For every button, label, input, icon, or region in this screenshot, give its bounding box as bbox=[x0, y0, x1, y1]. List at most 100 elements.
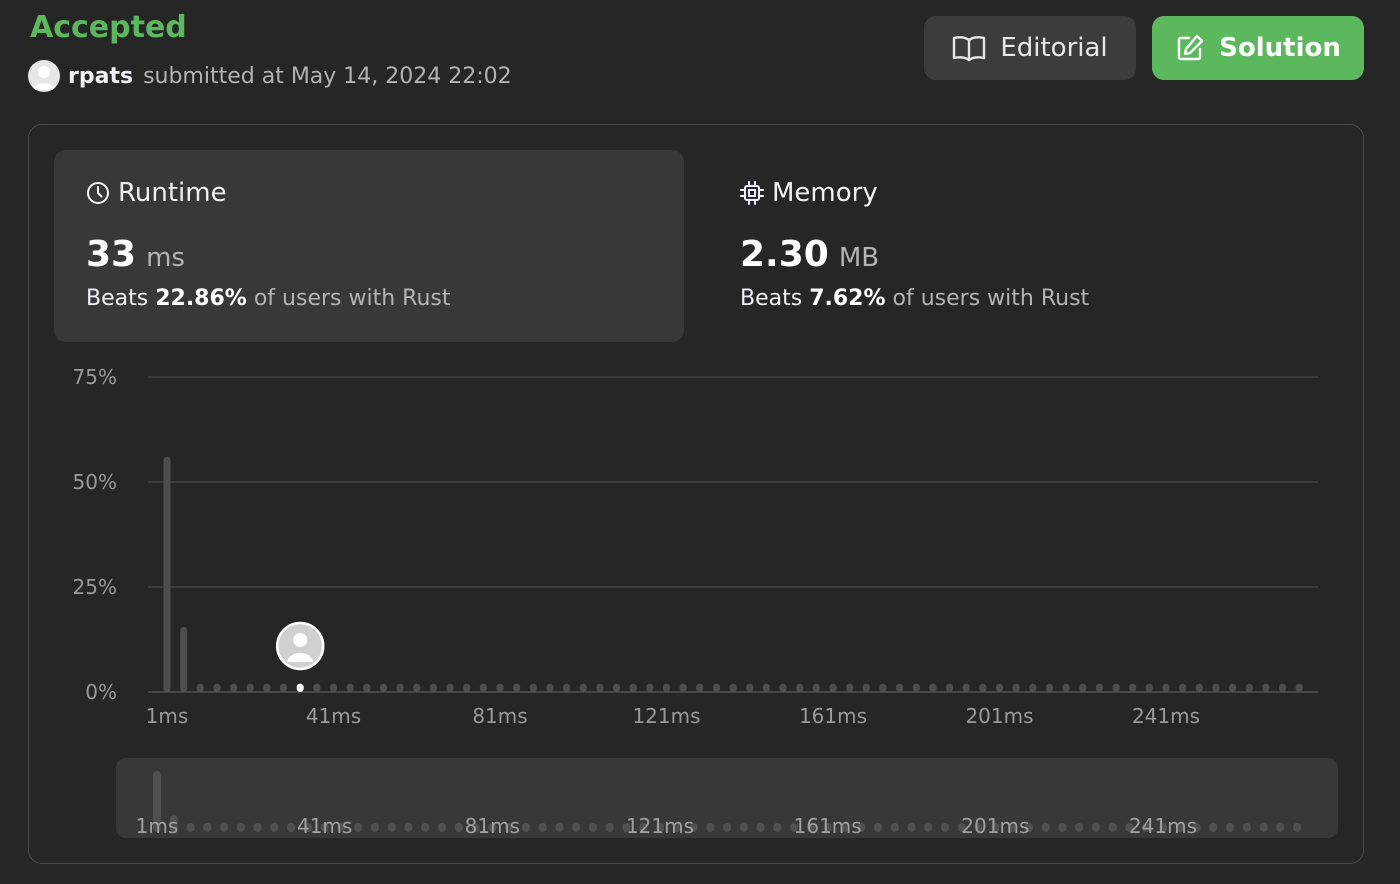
chart-bar[interactable] bbox=[529, 683, 537, 692]
chart-bar[interactable] bbox=[230, 683, 238, 692]
y-tick-label: 25% bbox=[73, 575, 117, 599]
chart-bar[interactable] bbox=[546, 683, 554, 692]
chart-bar[interactable] bbox=[962, 683, 970, 692]
minimap-tick-label: 241ms bbox=[1129, 814, 1197, 838]
chart-bar[interactable] bbox=[1245, 683, 1253, 692]
minimap-bar bbox=[538, 823, 547, 832]
chart-bar[interactable] bbox=[479, 683, 487, 692]
chart-bar[interactable] bbox=[946, 683, 954, 692]
minimap-bar bbox=[203, 823, 212, 832]
chart-bar[interactable] bbox=[280, 683, 288, 692]
chart-bar[interactable] bbox=[330, 683, 337, 692]
chart-bar[interactable] bbox=[363, 683, 371, 692]
chart-bar[interactable] bbox=[1145, 683, 1153, 692]
minimap-bar bbox=[773, 823, 782, 832]
minimap-bar bbox=[941, 823, 950, 832]
minimap-bar bbox=[521, 823, 530, 832]
minimap-bar bbox=[907, 823, 916, 832]
chart-bar[interactable] bbox=[413, 683, 421, 692]
chart-bar[interactable] bbox=[463, 683, 471, 692]
chart-bar[interactable] bbox=[1195, 683, 1203, 692]
chart-bar[interactable] bbox=[1095, 683, 1103, 692]
chart-bar[interactable] bbox=[862, 683, 870, 692]
chart-bar[interactable] bbox=[779, 683, 787, 692]
minimap-bar bbox=[1226, 823, 1235, 832]
chart-bar[interactable] bbox=[912, 683, 920, 692]
minimap-bar bbox=[873, 823, 882, 832]
chart-bar[interactable] bbox=[1279, 683, 1287, 692]
chart-bar[interactable] bbox=[1229, 683, 1237, 692]
minimap-bar bbox=[1242, 823, 1251, 832]
chart-bar[interactable] bbox=[196, 683, 204, 692]
chart-bar[interactable] bbox=[996, 683, 1003, 692]
chart-bar[interactable] bbox=[246, 683, 254, 692]
x-tick-label: 81ms bbox=[472, 704, 527, 728]
chart-bar[interactable] bbox=[1062, 683, 1070, 692]
chart-bar[interactable] bbox=[346, 683, 354, 692]
chart-bar[interactable] bbox=[213, 683, 221, 692]
chart-bar[interactable] bbox=[829, 683, 837, 692]
minimap-bar bbox=[220, 823, 229, 832]
chart-bar[interactable] bbox=[1179, 683, 1187, 692]
chart-bar[interactable] bbox=[846, 683, 854, 692]
chart-bar[interactable] bbox=[596, 683, 604, 692]
chart-bar[interactable] bbox=[379, 683, 387, 692]
minimap-bar bbox=[287, 823, 296, 832]
chart-bar[interactable] bbox=[679, 683, 687, 692]
chart-bar[interactable] bbox=[513, 683, 521, 692]
minimap-bar bbox=[572, 823, 581, 832]
chart-bar[interactable] bbox=[896, 683, 904, 692]
chart-bar[interactable] bbox=[579, 683, 587, 692]
chart-bar[interactable] bbox=[1129, 683, 1137, 692]
chart-bar[interactable] bbox=[879, 683, 887, 692]
chart-bar[interactable] bbox=[313, 683, 321, 692]
chart-bar[interactable] bbox=[163, 456, 171, 692]
chart-bar[interactable] bbox=[663, 683, 670, 692]
chart-bar[interactable] bbox=[1029, 683, 1037, 692]
chart-bar[interactable] bbox=[1295, 683, 1303, 692]
chart-bar[interactable] bbox=[1112, 683, 1120, 692]
chart-bar[interactable] bbox=[929, 683, 937, 692]
minimap-bar bbox=[739, 823, 748, 832]
minimap-bar bbox=[1259, 823, 1268, 832]
chart-bar[interactable] bbox=[263, 683, 271, 692]
chart-bar[interactable] bbox=[1079, 683, 1087, 692]
chart-bar[interactable] bbox=[696, 683, 704, 692]
chart-bar[interactable] bbox=[563, 683, 571, 692]
chart-bar[interactable] bbox=[1045, 683, 1053, 692]
minimap-bar bbox=[756, 823, 765, 832]
chart-bar[interactable] bbox=[979, 683, 987, 692]
user-bar[interactable] bbox=[296, 683, 304, 692]
chart-bar[interactable] bbox=[1262, 683, 1270, 692]
chart-bar[interactable] bbox=[646, 683, 654, 692]
minimap-bar bbox=[1293, 823, 1302, 832]
chart-bar[interactable] bbox=[613, 683, 621, 692]
minimap-bar bbox=[555, 823, 564, 832]
chart-bar[interactable] bbox=[812, 683, 820, 692]
minimap-bar bbox=[1209, 823, 1218, 832]
chart-bar[interactable] bbox=[1162, 683, 1170, 692]
chart-bar[interactable] bbox=[762, 683, 770, 692]
chart-bar[interactable] bbox=[180, 626, 188, 692]
minimap-bar bbox=[706, 823, 715, 832]
chart-bar[interactable] bbox=[1012, 683, 1020, 692]
chart-bar[interactable] bbox=[712, 683, 720, 692]
minimap-tick-label: 81ms bbox=[465, 814, 520, 838]
chart-bar[interactable] bbox=[629, 683, 637, 692]
minimap-bar bbox=[236, 823, 245, 832]
minimap-bar bbox=[454, 823, 463, 832]
chart-bar[interactable] bbox=[746, 683, 754, 692]
chart-bar[interactable] bbox=[446, 683, 454, 692]
chart-bar[interactable] bbox=[796, 683, 804, 692]
runtime-distribution-chart: 75% 50% 25% 0% 1ms 41ms 81ms 121ms 161ms 201ms 241… bbox=[73, 365, 1318, 838]
minimap-bar bbox=[1276, 823, 1285, 832]
minimap-bar bbox=[186, 823, 195, 832]
chart-bar[interactable] bbox=[429, 683, 437, 692]
chart-bar[interactable] bbox=[1212, 683, 1220, 692]
chart-bar[interactable] bbox=[396, 683, 404, 692]
chart-bar[interactable] bbox=[496, 683, 504, 692]
x-tick-label: 241ms bbox=[1132, 704, 1200, 728]
minimap-bar bbox=[421, 823, 430, 832]
minimap-tick-label: 121ms bbox=[626, 814, 694, 838]
chart-bar[interactable] bbox=[729, 683, 737, 692]
